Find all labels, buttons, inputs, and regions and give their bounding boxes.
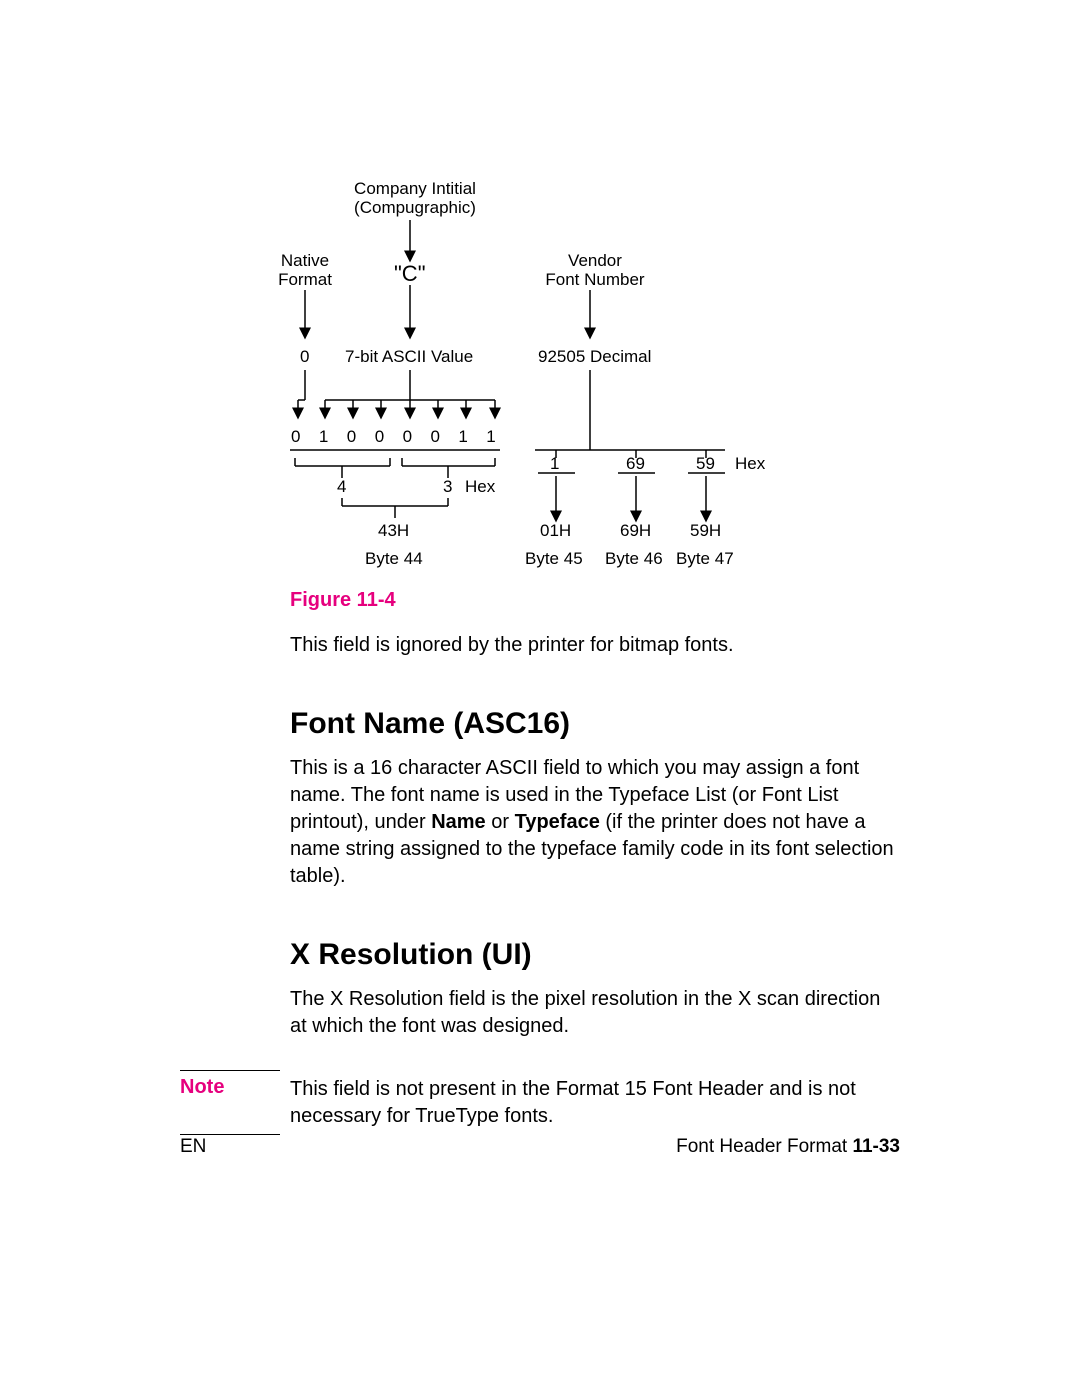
- label-hex3: 3: [443, 478, 452, 497]
- label-r59: 59: [696, 455, 715, 474]
- paragraph-font-name: This is a 16 character ASCII field to wh…: [290, 755, 900, 890]
- label-69h: 69H: [620, 522, 651, 541]
- label-decimal: 92505 Decimal: [538, 348, 651, 367]
- label-native-format: Native Format: [275, 252, 335, 289]
- paragraph-x-resolution: The X Resolution field is the pixel reso…: [290, 986, 900, 1040]
- figure-diagram: Company Intitial (Compugraphic) Native F…: [290, 170, 790, 575]
- label-c: "C": [394, 262, 426, 286]
- note-rule-top: [180, 1070, 280, 1071]
- label-byte45: Byte 45: [525, 550, 583, 569]
- label-zero: 0: [300, 348, 309, 367]
- footer-left: EN: [180, 1136, 206, 1158]
- label-43h: 43H: [378, 522, 409, 541]
- text-run: or: [486, 811, 515, 833]
- label-hex-right: Hex: [735, 455, 765, 474]
- note-label: Note: [180, 1076, 224, 1099]
- text-bold-name: Name: [431, 811, 485, 833]
- note-text: This field is not present in the Format …: [290, 1076, 900, 1130]
- label-r1: 1: [550, 455, 559, 474]
- label-r69: 69: [626, 455, 645, 474]
- note-block: Note This field is not present in the Fo…: [180, 1076, 900, 1130]
- page-content: Company Intitial (Compugraphic) Native F…: [180, 170, 900, 1130]
- label-bits: 0 1 0 0 0 0 1 1: [291, 428, 499, 447]
- label-59h: 59H: [690, 522, 721, 541]
- footer-right: Font Header Format 11-33: [676, 1136, 900, 1158]
- footer-page-number: 11-33: [852, 1136, 900, 1157]
- label-byte46: Byte 46: [605, 550, 663, 569]
- label-byte47: Byte 47: [676, 550, 734, 569]
- figure-caption: Figure 11-4: [290, 589, 900, 612]
- label-ascii: 7-bit ASCII Value: [345, 348, 473, 367]
- label-hex4: 4: [337, 478, 346, 497]
- diagram-lines: [290, 170, 790, 575]
- note-rule-bottom: [180, 1134, 280, 1135]
- paragraph-ignored: This field is ignored by the printer for…: [290, 632, 900, 659]
- text-bold-typeface: Typeface: [515, 811, 600, 833]
- label-company-initial: Company Intitial (Compugraphic): [350, 180, 480, 217]
- label-vendor: Vendor Font Number: [540, 252, 650, 289]
- label-01h: 01H: [540, 522, 571, 541]
- label-hex-left: Hex: [465, 478, 495, 497]
- label-byte44: Byte 44: [365, 550, 423, 569]
- heading-font-name: Font Name (ASC16): [290, 707, 900, 741]
- footer-section-title: Font Header Format: [676, 1136, 852, 1157]
- heading-x-resolution: X Resolution (UI): [290, 938, 900, 972]
